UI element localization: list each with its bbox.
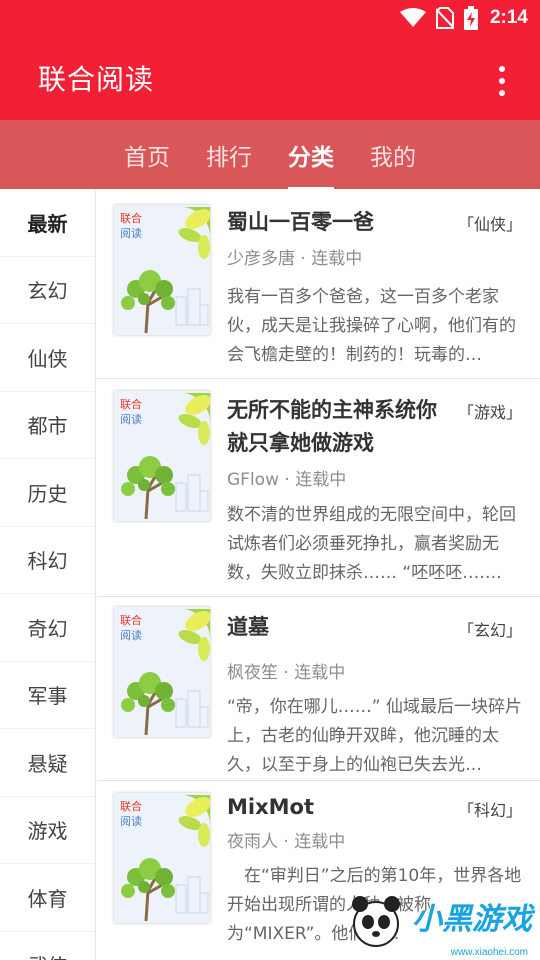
panda-icon <box>352 896 400 947</box>
book-item[interactable]: 联合 阅读 无所不能的主神系统你就只拿她做游戏 「游戏」 GFlow · 连载中… <box>97 379 540 597</box>
tab-ranking[interactable]: 排行 <box>206 134 252 176</box>
book-description: 我有一百多个爸爸，这一百多个老家伙，成天是让我操碎了心啊，他们有的会飞檐走壁的！… <box>227 287 516 365</box>
sidebar-item-wuxia[interactable]: 武侠 <box>0 932 95 960</box>
cover-logo: 联合 阅读 <box>120 212 142 240</box>
app-screen: 2:14 联合阅读 首页 排行 分类 我的 最新 玄幻 仙侠 都市 历史 科幻 … <box>0 0 540 960</box>
sidebar-item-military[interactable]: 军事 <box>0 662 95 729</box>
app-title: 联合阅读 <box>38 63 155 96</box>
sidebar-item-sports[interactable]: 体育 <box>0 864 95 932</box>
book-description: 数不清的世界组成的无限空间中，轮回试炼者们必须垂死挣扎，赢者奖励无数，失败立即抹… <box>227 505 516 583</box>
book-title[interactable]: 道墓 <box>227 611 457 644</box>
tab-bar: 首页 排行 分类 我的 <box>0 120 540 190</box>
book-category: 「玄幻」 <box>457 621 522 640</box>
book-category: 「游戏」 <box>457 403 522 422</box>
watermark: 小黑游戏 www.xiaohei.com <box>346 880 536 960</box>
watermark-text: 小黑游戏 <box>412 902 532 937</box>
battery-charging-icon <box>463 6 478 30</box>
book-description: “帝，你在哪儿……” 仙域最后一块碎片上，古老的仙睁开双眸，他沉睡的太久，以至于… <box>227 697 523 775</box>
book-title[interactable]: 蜀山一百零一爸 <box>227 206 457 239</box>
book-author-status: 枫夜笙 · 连载中 <box>227 663 346 683</box>
book-item[interactable]: 联合 阅读 道墓 「玄幻」 枫夜笙 · 连载中 “帝，你在哪儿……” 仙域最后一… <box>97 597 540 781</box>
sidebar-item-xuanhuan[interactable]: 玄幻 <box>0 257 95 324</box>
no-sim-icon <box>435 7 454 29</box>
tab-home[interactable]: 首页 <box>124 134 170 176</box>
book-category: 「仙侠」 <box>457 215 522 234</box>
sidebar-item-latest[interactable]: 最新 <box>0 189 95 257</box>
book-cover: 联合 阅读 <box>114 205 210 335</box>
sidebar-item-games[interactable]: 游戏 <box>0 797 95 864</box>
category-sidebar: 最新 玄幻 仙侠 都市 历史 科幻 奇幻 军事 悬疑 游戏 体育 武侠 <box>0 189 96 960</box>
watermark-site: www.xiaohei.com <box>450 947 528 958</box>
book-author-status: GFlow · 连载中 <box>227 470 347 490</box>
book-title[interactable]: 无所不能的主神系统你就只拿她做游戏 <box>227 394 457 460</box>
wifi-icon <box>399 8 426 28</box>
book-cover: 联合 阅读 <box>114 607 210 737</box>
more-options-icon[interactable] <box>490 66 514 96</box>
book-category: 「科幻」 <box>457 801 522 820</box>
status-bar: 2:14 <box>0 0 540 36</box>
cover-logo: 联合 阅读 <box>120 800 142 828</box>
sidebar-item-urban[interactable]: 都市 <box>0 392 95 459</box>
book-cover: 联合 阅读 <box>114 793 210 923</box>
sidebar-item-history[interactable]: 历史 <box>0 459 95 527</box>
sidebar-item-xianxia[interactable]: 仙侠 <box>0 324 95 392</box>
book-author-status: 少彦多唐 · 连载中 <box>227 249 363 269</box>
book-item[interactable]: 联合 阅读 蜀山一百零一爸 「仙侠」 少彦多唐 · 连载中 我有一百多个爸爸，这… <box>97 189 540 379</box>
sidebar-item-fantasy[interactable]: 奇幻 <box>0 594 95 662</box>
tab-category[interactable]: 分类 <box>288 134 334 190</box>
app-bar: 联合阅读 <box>0 36 540 120</box>
book-author-status: 夜雨人 · 连载中 <box>227 832 346 852</box>
sidebar-item-scifi[interactable]: 科幻 <box>0 527 95 594</box>
book-list: 联合 阅读 蜀山一百零一爸 「仙侠」 少彦多唐 · 连载中 我有一百多个爸爸，这… <box>97 189 540 960</box>
cover-logo: 联合 阅读 <box>120 398 142 426</box>
tab-mine[interactable]: 我的 <box>370 134 416 176</box>
sidebar-item-mystery[interactable]: 悬疑 <box>0 729 95 797</box>
status-time: 2:14 <box>489 7 528 28</box>
book-title[interactable]: MixMot <box>227 791 457 824</box>
book-cover: 联合 阅读 <box>114 391 210 521</box>
cover-logo: 联合 阅读 <box>120 614 142 642</box>
